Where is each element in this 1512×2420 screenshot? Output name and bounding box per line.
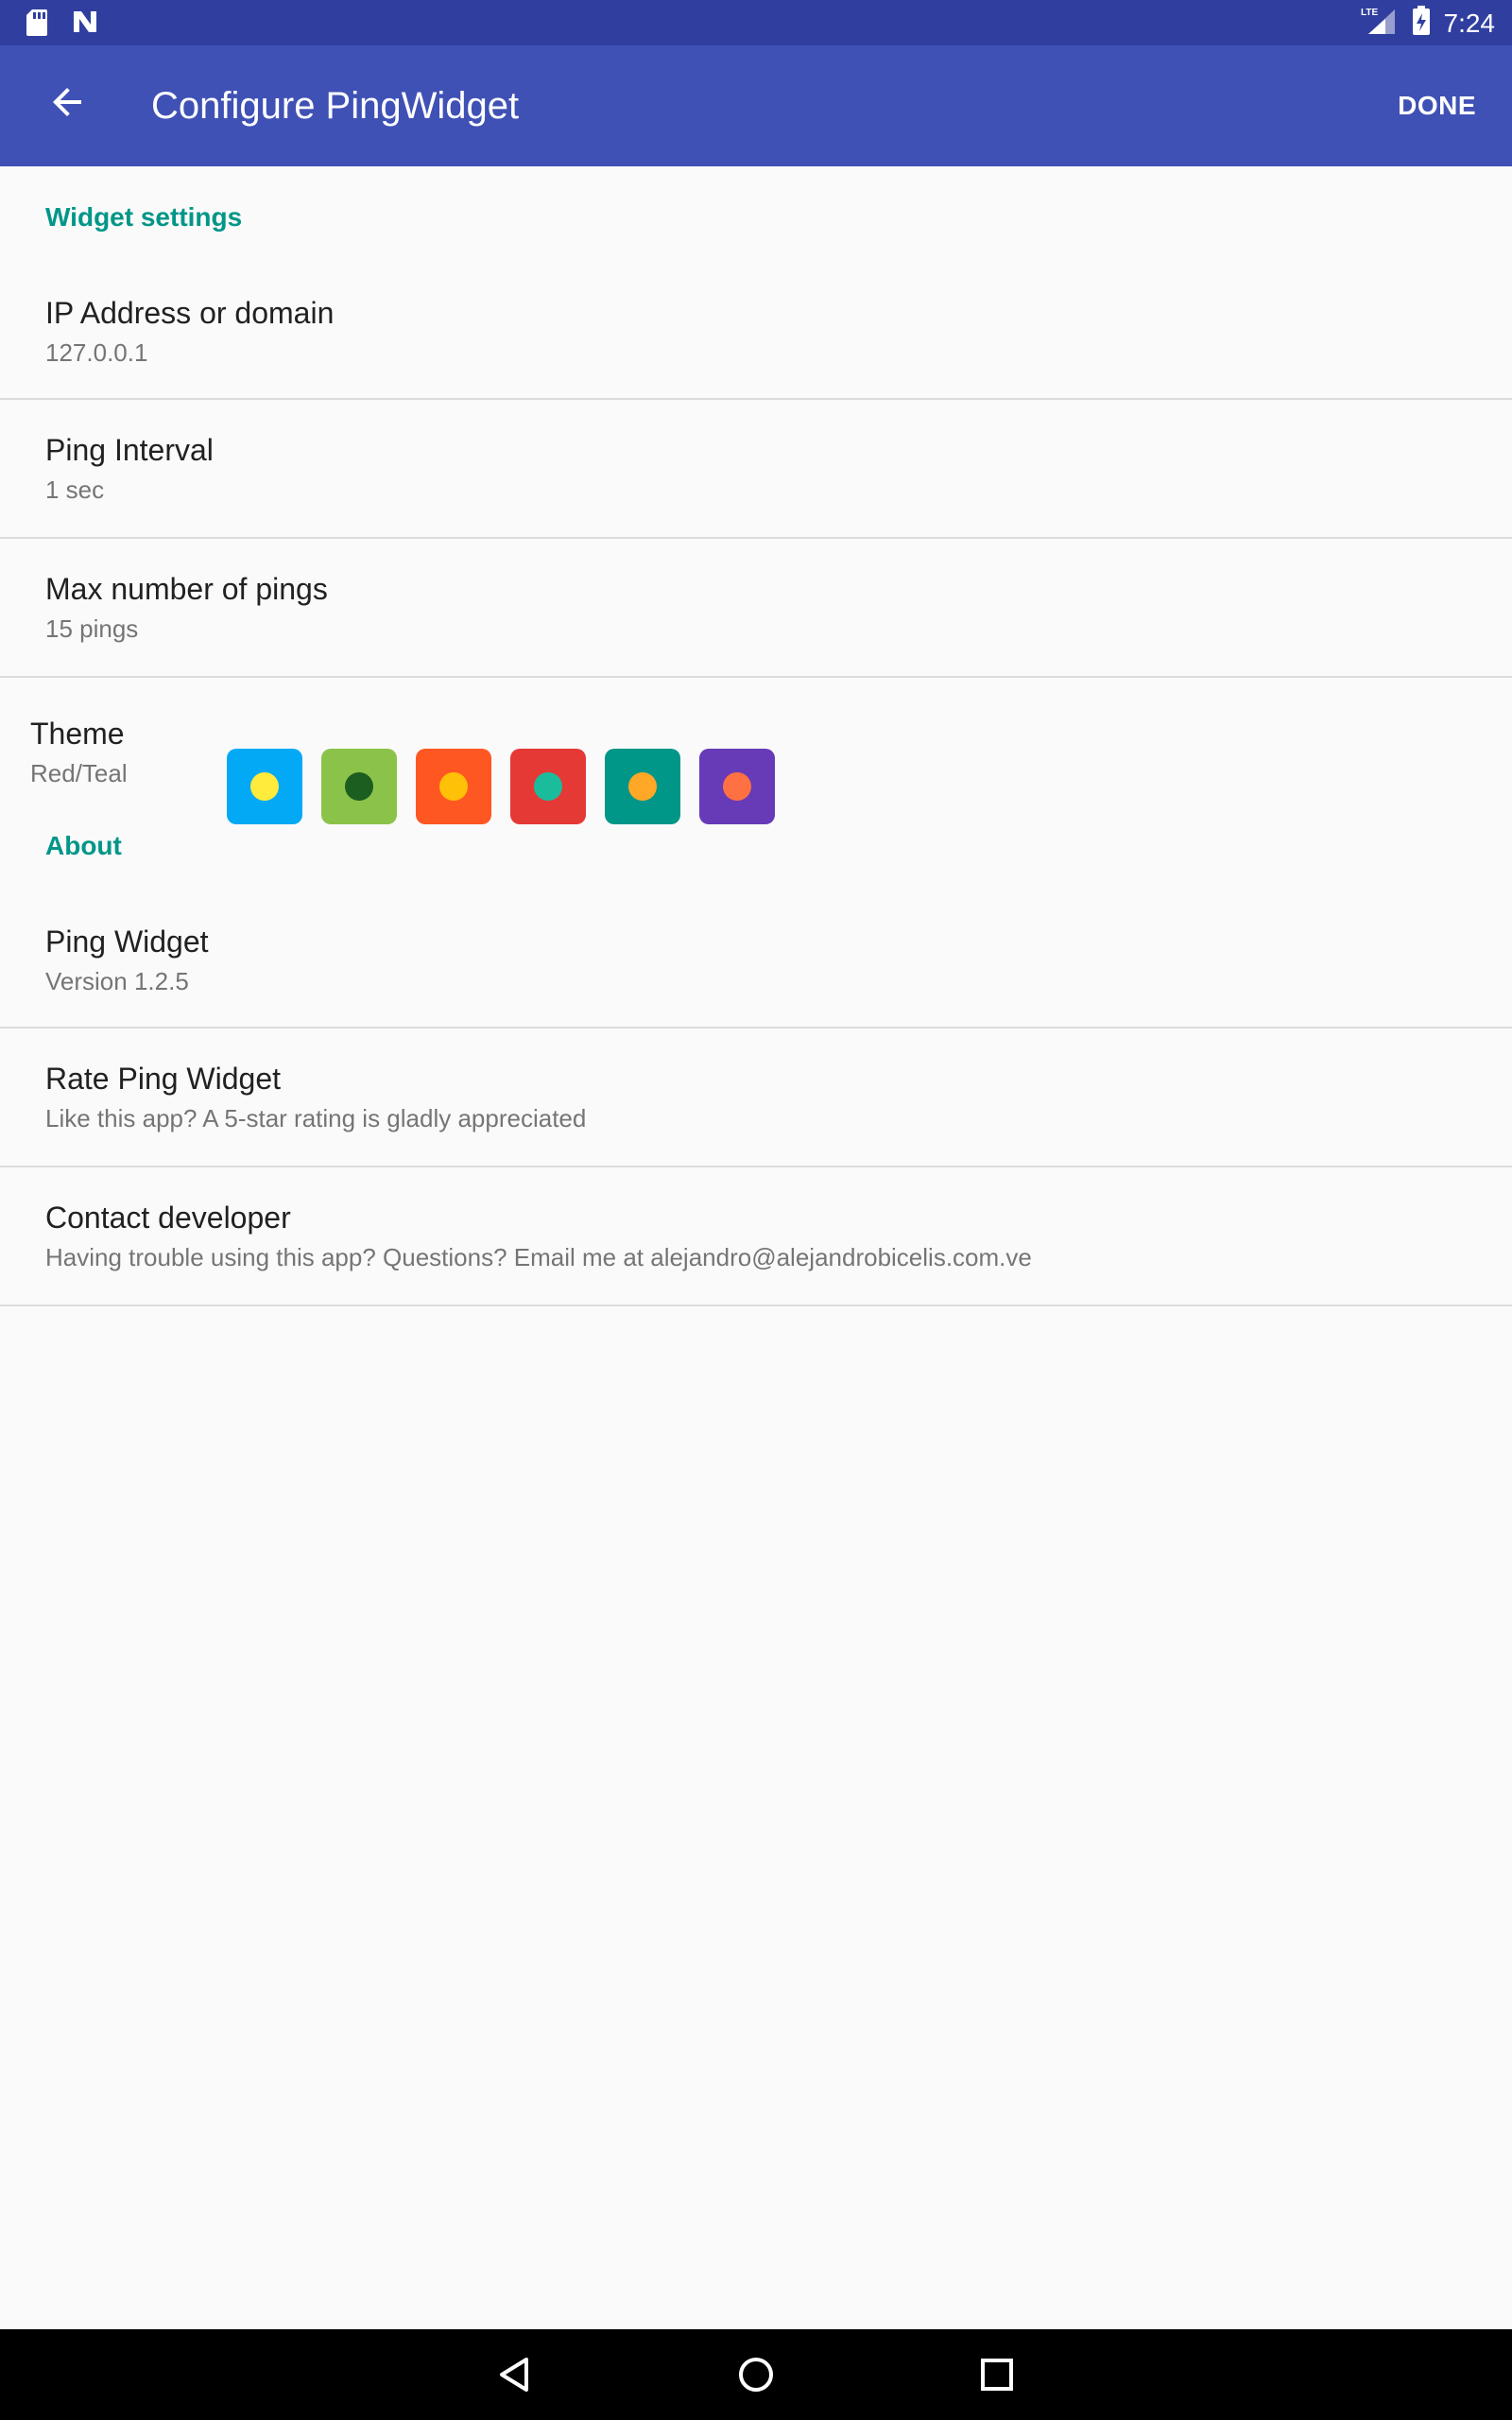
- theme-swatch-1[interactable]: [227, 749, 302, 824]
- pref-summary: Like this app? A 5-star rating is gladly…: [45, 1104, 587, 1133]
- pref-summary: 1 sec: [45, 475, 105, 505]
- widget-settings-header: Widget settings: [45, 202, 243, 232]
- theme-title: Theme: [30, 717, 125, 751]
- swatch-dot: [439, 772, 468, 801]
- navigation-bar: [0, 2329, 1512, 2420]
- swatch-dot: [345, 772, 373, 801]
- pref-title: Contact developer: [45, 1201, 291, 1235]
- pref-max-pings[interactable]: Max number of pings 15 pings: [0, 539, 1512, 678]
- sd-card-icon: [25, 8, 49, 43]
- theme-swatches: [227, 749, 775, 824]
- page-title: Configure PingWidget: [151, 85, 520, 127]
- pref-ip-address[interactable]: IP Address or domain 127.0.0.1: [0, 265, 1512, 400]
- pref-summary: Version 1.2.5: [45, 967, 189, 996]
- pref-rate-app[interactable]: Rate Ping Widget Like this app? A 5-star…: [0, 1028, 1512, 1167]
- n-logo-icon: [70, 8, 100, 43]
- back-triangle-icon: [496, 2356, 534, 2398]
- done-button[interactable]: DONE: [1398, 91, 1476, 121]
- lte-signal-icon: LTE: [1361, 6, 1399, 41]
- pref-theme: Theme Red/Teal: [0, 678, 1512, 824]
- theme-swatch-2[interactable]: [321, 749, 397, 824]
- pref-summary: 15 pings: [45, 614, 139, 644]
- pref-summary: 127.0.0.1: [45, 338, 148, 368]
- pref-summary: Having trouble using this app? Questions…: [45, 1243, 1032, 1272]
- swatch-dot: [628, 772, 657, 801]
- nav-back-button[interactable]: [487, 2348, 543, 2405]
- pref-contact-developer[interactable]: Contact developer Having trouble using t…: [0, 1167, 1512, 1306]
- swatch-dot: [723, 772, 751, 801]
- pref-ping-widget-version[interactable]: Ping Widget Version 1.2.5: [0, 893, 1512, 1028]
- nav-recents-button[interactable]: [969, 2348, 1025, 2405]
- recents-square-icon: [978, 2356, 1016, 2398]
- back-button[interactable]: [38, 74, 98, 134]
- swatch-dot: [534, 772, 562, 801]
- theme-summary: Red/Teal: [30, 759, 128, 788]
- pref-title: IP Address or domain: [45, 296, 335, 330]
- theme-swatch-5[interactable]: [605, 749, 680, 824]
- theme-swatch-3[interactable]: [416, 749, 491, 824]
- pref-title: Max number of pings: [45, 572, 328, 606]
- preferences-list: Widget settings IP Address or domain 127…: [0, 166, 1512, 1306]
- clock: 7:24: [1443, 8, 1496, 38]
- app-toolbar: Configure PingWidget DONE: [0, 45, 1512, 166]
- theme-swatch-4[interactable]: [510, 749, 586, 824]
- battery-charging-icon: [1412, 6, 1431, 41]
- pref-title: Rate Ping Widget: [45, 1062, 282, 1096]
- nav-home-button[interactable]: [728, 2348, 784, 2405]
- status-bar: LTE 7:24: [0, 0, 1512, 45]
- home-circle-icon: [737, 2356, 775, 2398]
- arrow-back-icon: [51, 85, 85, 124]
- swatch-dot: [250, 772, 279, 801]
- pref-title: Ping Widget: [45, 925, 209, 959]
- pref-title: Ping Interval: [45, 433, 214, 467]
- pref-ping-interval[interactable]: Ping Interval 1 sec: [0, 400, 1512, 539]
- svg-text:LTE: LTE: [1361, 8, 1378, 18]
- theme-swatch-6[interactable]: [699, 749, 775, 824]
